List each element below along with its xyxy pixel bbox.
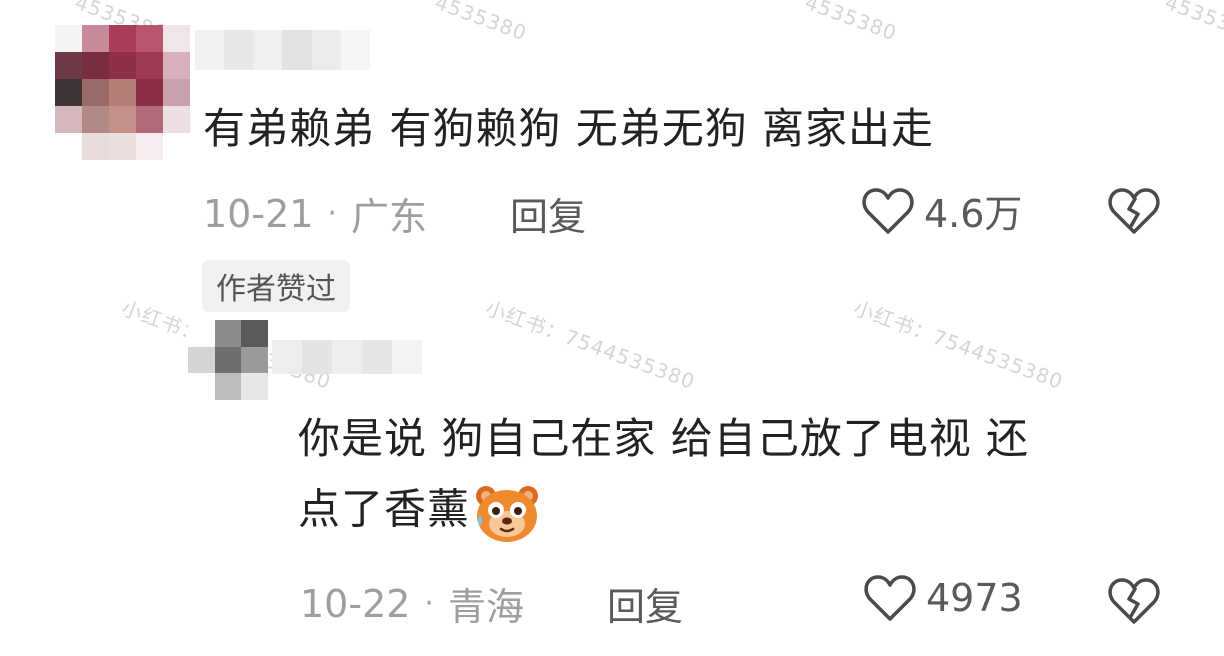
comment-text: 你是说 狗自己在家 给自己放了电视 还 点了香薰 — [298, 410, 1178, 544]
comment-text-line: 点了香薰 — [298, 480, 1178, 544]
watermark: 4535380 — [1161, 0, 1224, 46]
heart-outline-icon — [862, 187, 914, 234]
like-count: 4973 — [926, 576, 1023, 620]
comment-meta: 10-21 · 广东 — [203, 186, 427, 241]
broken-heart-icon[interactable] — [1108, 186, 1160, 236]
meta-separator: · — [327, 196, 337, 231]
bear-sweat-emoji — [476, 486, 539, 542]
like-button[interactable]: 4.6万 — [862, 183, 1022, 238]
reply-button[interactable]: 回复 — [607, 576, 683, 631]
comment-location: 广东 — [350, 195, 427, 239]
meta-separator: · — [424, 586, 434, 621]
comment-text-line: 你是说 狗自己在家 给自己放了电视 还 — [298, 414, 1030, 463]
comment-location: 青海 — [447, 585, 524, 629]
watermark: 小红书：7544535380 — [850, 295, 1067, 394]
comment-date: 10-22 — [300, 581, 411, 626]
username-blurred[interactable] — [272, 340, 422, 374]
reply-button[interactable]: 回复 — [510, 186, 586, 241]
broken-heart-icon[interactable] — [1108, 576, 1160, 626]
heart-outline-icon — [864, 575, 916, 621]
username-blurred[interactable] — [195, 30, 370, 70]
avatar[interactable] — [55, 25, 190, 160]
like-button[interactable]: 4973 — [864, 573, 1023, 623]
avatar[interactable] — [188, 320, 268, 400]
watermark: 小红书：7544535380 — [482, 295, 699, 394]
comment-date: 10-21 — [203, 191, 314, 236]
comment-meta: 10-22 · 青海 — [300, 576, 524, 631]
like-count: 4.6万 — [924, 192, 1023, 236]
watermark: 4535380 — [801, 0, 901, 46]
comment-text: 有弟赖弟 有狗赖狗 无弟无狗 离家出走 — [203, 104, 935, 153]
watermark: 4535380 — [431, 0, 531, 46]
author-liked-badge: 作者赞过 — [202, 260, 350, 312]
